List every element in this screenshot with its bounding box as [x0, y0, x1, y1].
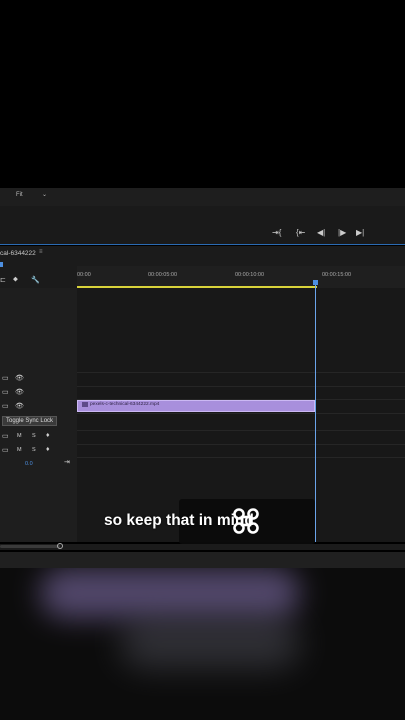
blur-shape	[120, 618, 300, 668]
ruler-timecode: 00:00:05:00	[148, 272, 178, 278]
eye-icon[interactable]: 👁	[15, 388, 24, 396]
microphone-icon[interactable]: ♦	[46, 432, 50, 439]
playhead-handle[interactable]	[313, 280, 318, 285]
scrollbar-thumb[interactable]	[0, 545, 60, 548]
eye-icon[interactable]: 👁	[15, 402, 24, 410]
master-volume[interactable]: 0.0	[25, 461, 33, 467]
zoom-handle[interactable]	[57, 543, 63, 549]
film-icon[interactable]: ▭	[2, 402, 9, 410]
step-forward-icon[interactable]: |▶	[338, 228, 346, 237]
go-to-end-icon[interactable]: ⇥	[64, 458, 70, 466]
video-letterbox-top	[0, 0, 405, 188]
blurred-reflection	[0, 568, 405, 720]
sequence-tab[interactable]: cal-6344222	[0, 250, 36, 257]
sync-lock-icon[interactable]: ▭	[2, 432, 9, 440]
sync-lock-icon[interactable]: ▭	[2, 446, 9, 454]
panel-focus-line	[0, 244, 405, 245]
command-key-icon	[233, 508, 259, 534]
step-back-icon[interactable]: ◀|	[317, 228, 325, 237]
tooltip: Toggle Sync Lock	[2, 416, 58, 426]
blur-shape	[40, 568, 300, 618]
ruler-timecode: 00:00:10:00	[235, 272, 265, 278]
wrench-icon[interactable]: 🔧	[31, 276, 40, 284]
playhead-line[interactable]	[315, 282, 316, 542]
timecode-indicator	[0, 262, 3, 267]
marker-icon[interactable]: ⬥	[13, 276, 18, 284]
mute-button[interactable]: M	[17, 447, 22, 453]
mute-button[interactable]: M	[17, 433, 22, 439]
clip-name: pexels-c-technical-6344222.mp4	[90, 402, 160, 407]
microphone-icon[interactable]: ♦	[46, 446, 50, 453]
bottom-strip	[0, 552, 405, 568]
track-headers	[0, 288, 77, 542]
eye-icon[interactable]: 👁	[15, 374, 24, 382]
ruler-timecode: 00:00	[77, 272, 91, 278]
solo-button[interactable]: S	[32, 433, 36, 439]
go-to-out-icon[interactable]: ▶|	[356, 228, 364, 237]
film-icon[interactable]: ▭	[2, 388, 9, 396]
chevron-down-icon[interactable]: ⌄	[42, 191, 47, 198]
zoom-level-select[interactable]: Fit	[16, 192, 23, 198]
ruler-timecode: 00:00:15:00	[322, 272, 352, 278]
film-icon[interactable]: ▭	[2, 374, 9, 382]
mark-in-icon[interactable]: ⇥{	[272, 228, 281, 237]
go-to-in-icon[interactable]: {⇤	[296, 228, 305, 237]
snap-icon[interactable]: ⊏	[0, 276, 6, 284]
menu-icon[interactable]: ≡	[39, 249, 43, 255]
fx-badge-icon	[82, 402, 88, 407]
solo-button[interactable]: S	[32, 447, 36, 453]
monitor-controls-area	[0, 206, 405, 244]
program-monitor-bar	[0, 188, 405, 207]
